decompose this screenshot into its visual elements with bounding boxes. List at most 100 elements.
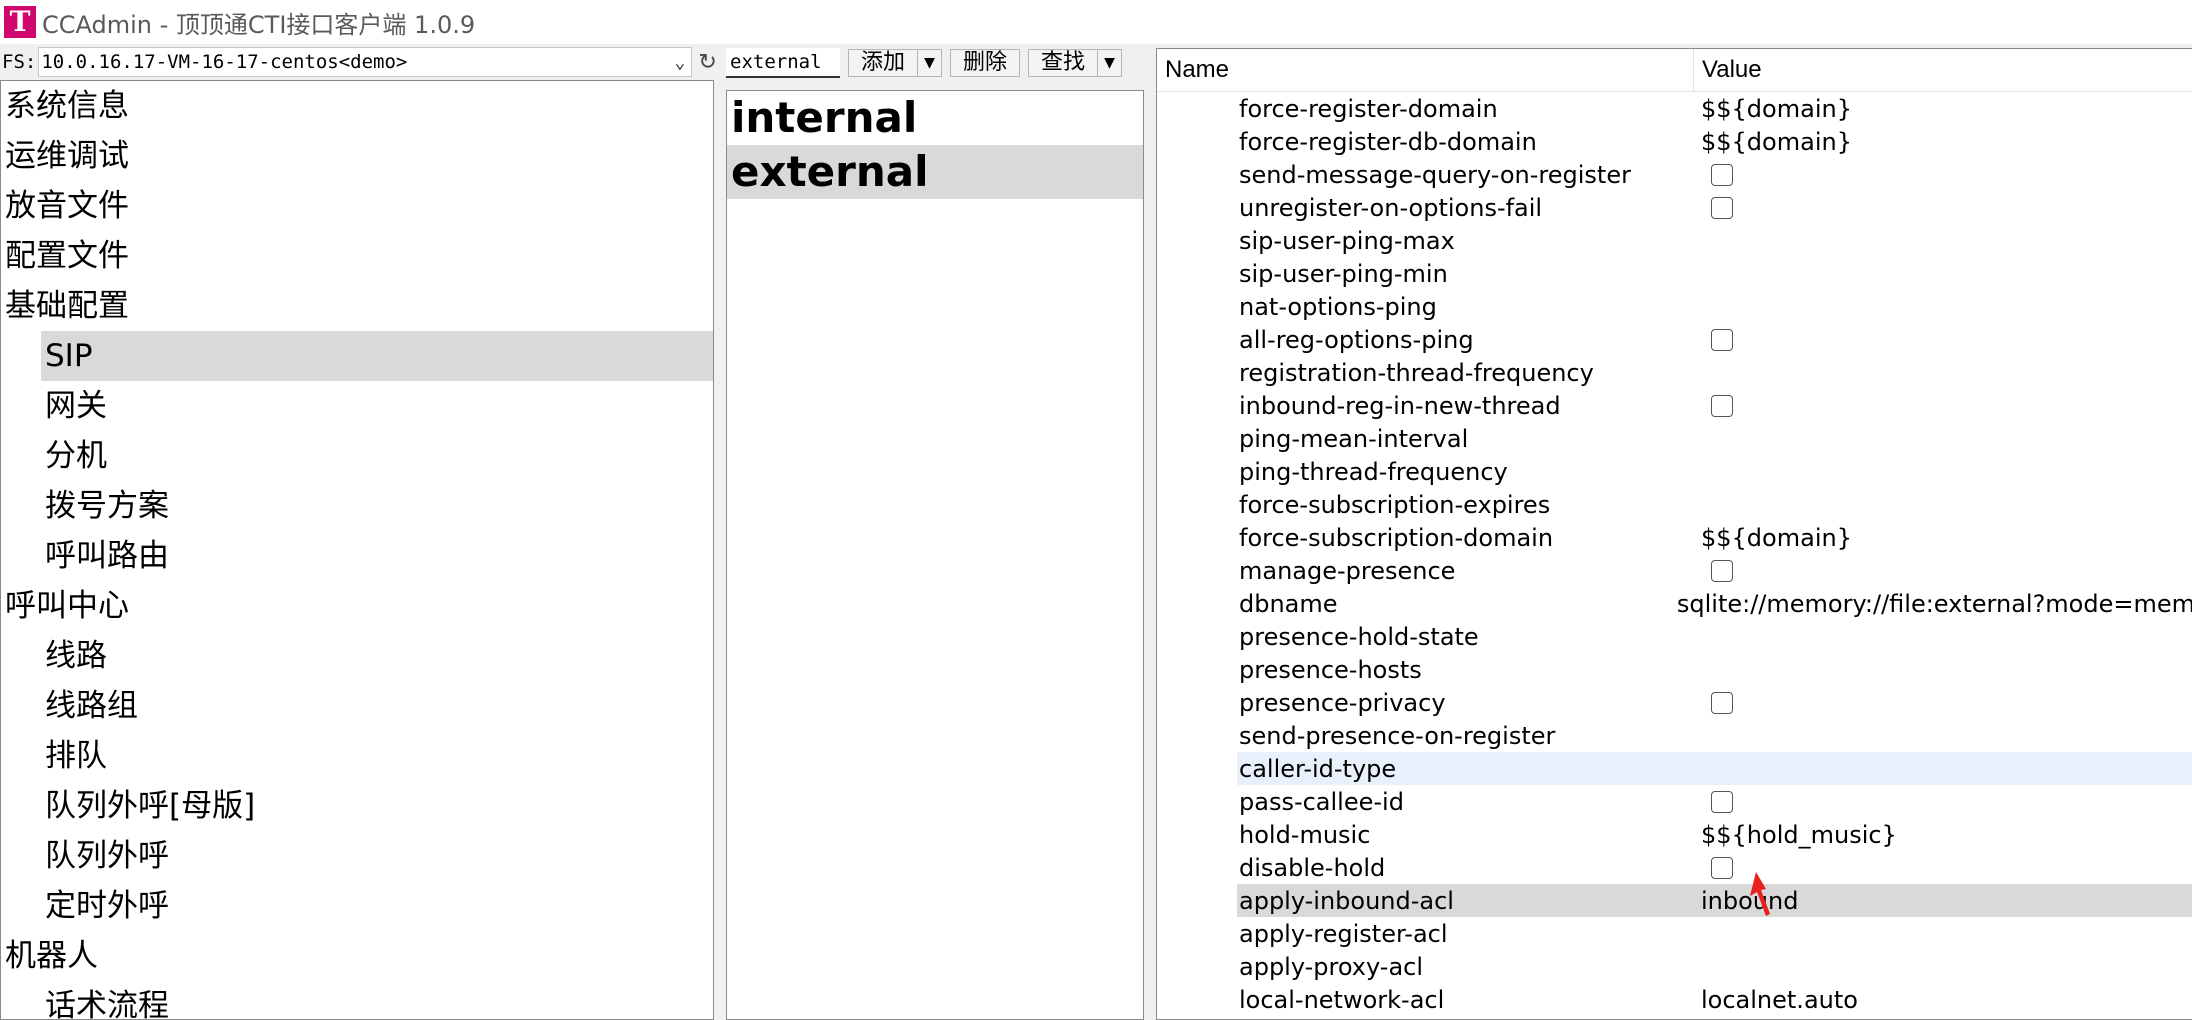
property-row[interactable]: sip-user-ping-max xyxy=(1157,224,2192,257)
property-checkbox[interactable] xyxy=(1711,790,1733,813)
property-name: apply-inbound-acl xyxy=(1239,886,1454,915)
tree-item[interactable]: 机器人 xyxy=(1,931,713,981)
property-row[interactable]: apply-proxy-acl xyxy=(1157,950,2192,983)
property-checkbox[interactable] xyxy=(1711,691,1733,714)
property-checkbox[interactable] xyxy=(1711,856,1733,879)
property-row[interactable]: inbound-reg-in-new-thread xyxy=(1157,389,2192,422)
nav-tree[interactable]: 系统信息 运维调试 放音文件 配置文件 基础配置 SIP 网关 分机 拨号方案 呼叫路由 呼叫中心线… xyxy=(0,80,714,1020)
chevron-down-icon[interactable]: ⌄ xyxy=(674,52,685,73)
property-row[interactable]: registration-thread-frequency xyxy=(1157,356,2192,389)
property-row[interactable]: all-reg-options-ping xyxy=(1157,323,2192,356)
property-name: sip-user-ping-max xyxy=(1239,226,1455,255)
property-checkbox[interactable] xyxy=(1711,394,1733,417)
property-value[interactable]: $${domain} xyxy=(1701,524,1852,552)
tree-item[interactable]: 定时外呼 xyxy=(1,881,713,931)
property-row[interactable]: force-subscription-expires xyxy=(1157,488,2192,521)
tree-item[interactable]: 呼叫中心 xyxy=(1,581,713,631)
property-name: nat-options-ping xyxy=(1239,292,1437,321)
property-row[interactable]: force-register-domain $${domain} xyxy=(1157,92,2192,125)
add-dropdown-arrow-icon[interactable]: ▼ xyxy=(918,49,943,77)
find-dropdown-arrow-icon[interactable]: ▼ xyxy=(1098,49,1123,77)
title-bar: T CCAdmin - 顶顶通CTI接口客户端 1.0.9 xyxy=(0,0,2192,44)
property-row[interactable]: unregister-on-options-fail xyxy=(1157,191,2192,224)
profile-list-item[interactable]: internal xyxy=(727,91,1143,145)
tree-item[interactable]: 分机 xyxy=(1,431,713,481)
delete-button[interactable]: 删除 xyxy=(950,49,1021,77)
property-value[interactable]: $${domain} xyxy=(1701,95,1852,123)
property-row[interactable]: presence-privacy xyxy=(1157,686,2192,719)
property-row[interactable]: pass-callee-id xyxy=(1157,785,2192,818)
property-row[interactable]: hold-music $${hold_music} xyxy=(1157,818,2192,851)
tree-item[interactable]: 线路 xyxy=(1,631,713,681)
tree-item[interactable]: 排队 xyxy=(1,731,713,781)
property-name: ping-thread-frequency xyxy=(1239,457,1508,486)
add-button[interactable]: 添加 xyxy=(848,49,919,77)
tree-item[interactable]: 话术流程 xyxy=(1,981,713,1019)
property-name: force-register-domain xyxy=(1239,94,1498,123)
property-row[interactable]: local-network-acl localnet.auto xyxy=(1157,983,2192,1016)
property-row[interactable]: apply-register-acl xyxy=(1157,917,2192,950)
fs-server-select[interactable]: 10.0.16.17-VM-16-17-centos<demo> ⌄ xyxy=(38,47,693,77)
property-row[interactable]: dbname sqlite://memory://file:external?mo… xyxy=(1157,587,2192,620)
property-row[interactable]: apply-inbound-acl inbound xyxy=(1237,884,2192,917)
property-name: force-subscription-domain xyxy=(1239,523,1554,552)
property-checkbox[interactable] xyxy=(1711,163,1733,186)
property-name: presence-hosts xyxy=(1239,655,1422,684)
property-name: hold-music xyxy=(1239,820,1371,849)
tree-item[interactable]: 配置文件 xyxy=(1,231,713,281)
property-row[interactable]: force-register-db-domain $${domain} xyxy=(1157,125,2192,158)
property-name: presence-hold-state xyxy=(1239,622,1479,651)
property-name: disable-hold xyxy=(1239,853,1386,882)
property-row[interactable]: disable-hold xyxy=(1157,851,2192,884)
profile-name-input[interactable]: external xyxy=(726,48,840,78)
property-value[interactable]: $${hold_music} xyxy=(1701,821,1897,849)
property-row[interactable]: send-presence-on-register xyxy=(1157,719,2192,752)
property-name: force-register-db-domain xyxy=(1239,127,1537,156)
property-name: apply-proxy-acl xyxy=(1239,952,1424,981)
tree-item[interactable]: 系统信息 xyxy=(1,81,713,131)
property-row[interactable]: manage-presence xyxy=(1157,554,2192,587)
app-logo-icon: T xyxy=(4,6,36,38)
property-value[interactable]: localnet.auto xyxy=(1701,986,1858,1014)
find-split-button: 查找 ▼ xyxy=(1028,49,1123,77)
property-name: caller-id-type xyxy=(1239,754,1397,783)
red-arrow-icon xyxy=(1750,872,1770,916)
property-row[interactable]: ping-mean-interval xyxy=(1157,422,2192,455)
profile-list[interactable]: internal external xyxy=(726,90,1144,1020)
property-checkbox[interactable] xyxy=(1711,559,1733,582)
tree-item[interactable]: 基础配置 xyxy=(1,281,713,331)
property-row[interactable]: caller-id-type xyxy=(1237,752,2192,785)
property-row[interactable]: sip-user-ping-min xyxy=(1157,257,2192,290)
property-row[interactable]: force-subscription-domain $${domain} xyxy=(1157,521,2192,554)
profile-toolbar: external 添加 ▼ 删除 查找 ▼ xyxy=(726,48,1123,78)
profile-list-item[interactable]: external xyxy=(727,145,1143,199)
tree-item[interactable]: 队列外呼 xyxy=(1,831,713,881)
property-checkbox[interactable] xyxy=(1711,328,1733,351)
refresh-icon[interactable]: ↻ xyxy=(698,50,716,75)
property-checkbox[interactable] xyxy=(1711,196,1733,219)
property-name: manage-presence xyxy=(1239,556,1456,585)
property-name: inbound-reg-in-new-thread xyxy=(1239,391,1561,420)
tree-item[interactable]: 线路组 xyxy=(1,681,713,731)
tree-item[interactable]: 队列外呼[母版] xyxy=(1,781,713,831)
grid-rows: force-register-domain $${domain} force-reg… xyxy=(1157,92,2192,1016)
property-row[interactable]: send-message-query-on-register xyxy=(1157,158,2192,191)
tree-item[interactable]: 网关 xyxy=(1,381,713,431)
property-value[interactable]: sqlite://memory://file:external?mode=mem xyxy=(1677,590,2192,618)
property-value[interactable]: $${domain} xyxy=(1701,128,1852,156)
grid-header: Name Value xyxy=(1157,49,2192,92)
property-row[interactable]: presence-hosts xyxy=(1157,653,2192,686)
property-name: pass-callee-id xyxy=(1239,787,1404,816)
tree-item[interactable]: 拨号方案 xyxy=(1,481,713,531)
tree-item[interactable]: SIP xyxy=(41,331,713,381)
tree-item[interactable]: 呼叫路由 xyxy=(1,531,713,581)
column-header-value[interactable]: Value xyxy=(1694,49,1762,91)
tree-item[interactable]: 运维调试 xyxy=(1,131,713,181)
property-grid[interactable]: Name Value force-register-domain $${domai… xyxy=(1156,48,2192,1020)
find-button[interactable]: 查找 xyxy=(1028,49,1099,77)
tree-item[interactable]: 放音文件 xyxy=(1,181,713,231)
property-row[interactable]: nat-options-ping xyxy=(1157,290,2192,323)
property-row[interactable]: presence-hold-state xyxy=(1157,620,2192,653)
column-header-name[interactable]: Name xyxy=(1157,49,1694,91)
property-row[interactable]: ping-thread-frequency xyxy=(1157,455,2192,488)
